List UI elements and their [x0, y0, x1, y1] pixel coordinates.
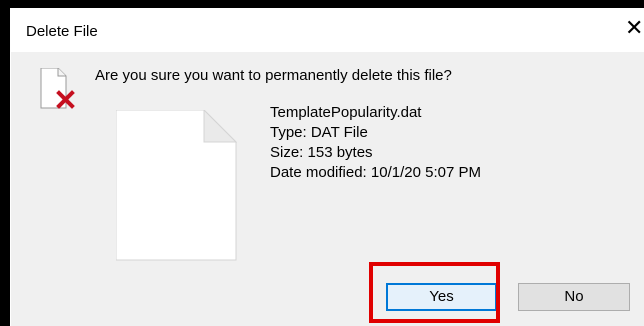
no-button[interactable]: No [518, 283, 630, 311]
blank-document-icon [116, 110, 238, 261]
screen-edge-top [0, 0, 644, 8]
dialog-title: Delete File [26, 23, 98, 40]
close-icon[interactable]: ✕ [625, 18, 644, 40]
title-bar: Delete File ✕ [11, 8, 644, 52]
screen-edge-left [0, 0, 10, 326]
delete-file-warning-icon [40, 68, 75, 109]
screenshot: Delete File ✕ Are you sure you want to p… [0, 0, 644, 326]
file-size: Size: 153 bytes [270, 144, 373, 161]
file-type: Type: DAT File [270, 124, 368, 141]
file-info: TemplatePopularity.dat Type: DAT File Si… [270, 103, 481, 183]
delete-file-dialog: Delete File ✕ Are you sure you want to p… [11, 8, 644, 326]
file-date-modified: Date modified: 10/1/20 5:07 PM [270, 164, 481, 181]
confirmation-question: Are you sure you want to permanently del… [95, 67, 452, 84]
file-name: TemplatePopularity.dat [270, 104, 422, 121]
yes-button[interactable]: Yes [386, 283, 497, 311]
